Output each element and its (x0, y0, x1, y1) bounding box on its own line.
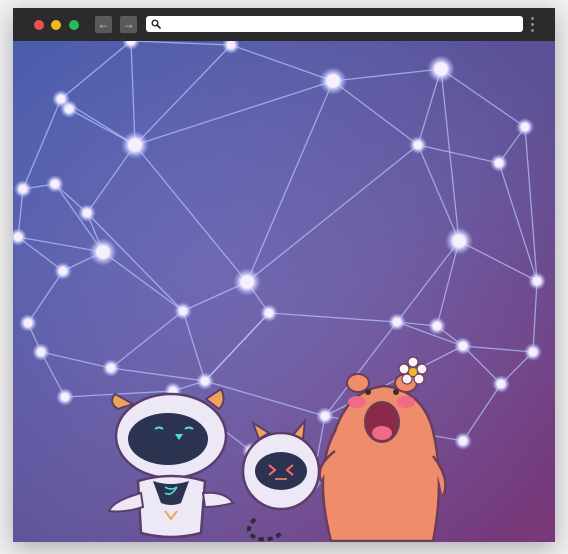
network-node (201, 377, 209, 385)
page-viewport (13, 41, 555, 542)
network-node (265, 309, 273, 317)
network-node (321, 412, 329, 420)
more-vert-icon[interactable] (528, 16, 536, 34)
network-node (459, 342, 467, 350)
search-icon (151, 19, 161, 29)
network-node (497, 380, 505, 388)
network-node (179, 307, 187, 315)
browser-window: ← → (13, 8, 555, 542)
back-button[interactable]: ← (95, 16, 112, 33)
network-node (37, 348, 45, 356)
network-node (96, 245, 110, 259)
network-node (414, 141, 422, 149)
close-window-dot[interactable] (34, 20, 44, 30)
network-node (83, 209, 91, 217)
network-node (393, 318, 401, 326)
network-node (529, 348, 537, 356)
network-node (128, 138, 142, 152)
network-node (533, 277, 541, 285)
address-bar[interactable] (146, 16, 523, 32)
network-node (65, 105, 73, 113)
browser-toolbar: ← → (13, 8, 555, 41)
arrow-left-icon: ← (97, 17, 110, 31)
network-node (51, 180, 59, 188)
zoom-window-dot[interactable] (69, 20, 79, 30)
network-node (227, 41, 235, 49)
network-node (24, 319, 32, 327)
network-node (61, 393, 69, 401)
network-node (107, 364, 115, 372)
network-node (459, 437, 467, 445)
network-node (521, 123, 529, 131)
forward-button[interactable]: → (120, 16, 137, 33)
minimize-window-dot[interactable] (51, 20, 61, 30)
hero-illustration (13, 41, 555, 542)
address-input[interactable] (164, 16, 519, 32)
network-node (326, 74, 340, 88)
network-node (57, 95, 65, 103)
network-node (14, 233, 22, 241)
network-node (240, 275, 254, 289)
arrow-right-icon: → (122, 17, 135, 31)
network-node (434, 62, 448, 76)
network-node (19, 185, 27, 193)
network-node (433, 322, 441, 330)
network-node (495, 159, 503, 167)
network-node (59, 267, 67, 275)
network-node (452, 234, 466, 248)
